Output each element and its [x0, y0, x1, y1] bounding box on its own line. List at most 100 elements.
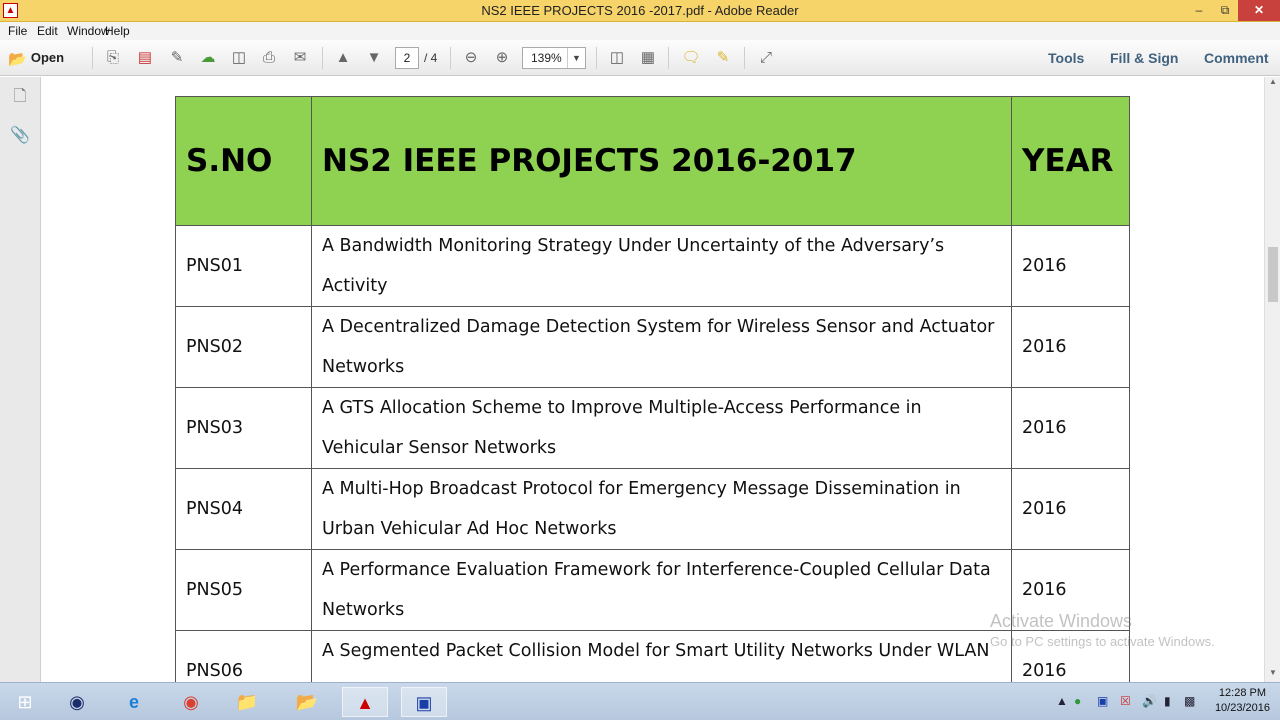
separator: [668, 47, 669, 69]
export-pdf-icon[interactable]: ▤: [134, 48, 156, 68]
table-row: PNS06 A Segmented Packet Collision Model…: [175, 630, 1130, 682]
file-explorer-icon[interactable]: 📁: [224, 687, 270, 717]
cell-title: A Multi-Hop Broadcast Protocol for Emerg…: [311, 468, 1012, 550]
open-button[interactable]: 📂 Open: [8, 48, 88, 68]
next-page-icon[interactable]: ▼: [363, 48, 385, 68]
close-button[interactable]: ✕: [1238, 0, 1280, 21]
header-year: YEAR: [1011, 96, 1130, 226]
cell-year: 2016: [1011, 387, 1130, 469]
print-icon[interactable]: ⎙: [258, 48, 280, 68]
volume-icon[interactable]: 🔊: [1142, 694, 1157, 708]
title-bar: ▲ NS2 IEEE PROJECTS 2016 -2017.pdf - Ado…: [0, 0, 1280, 22]
upload-cloud-icon[interactable]: ☁: [197, 48, 219, 68]
zoom-value: 139%: [531, 51, 562, 65]
cell-year: 2016: [1011, 468, 1130, 550]
highlight-icon[interactable]: ✎: [712, 48, 734, 68]
document-view[interactable]: S.NO NS2 IEEE PROJECTS 2016-2017 YEAR PN…: [42, 77, 1264, 682]
scroll-up-icon[interactable]: ▲: [1265, 77, 1280, 91]
header-title: NS2 IEEE PROJECTS 2016-2017: [311, 96, 1012, 226]
restore-button[interactable]: ⧉: [1212, 0, 1238, 21]
page-number-input[interactable]: 2: [395, 47, 419, 69]
cell-sno: PNS01: [175, 225, 312, 307]
activate-windows-title: Activate Windows: [990, 611, 1133, 631]
tools-pane-button[interactable]: Tools: [1048, 50, 1084, 66]
cell-sno: PNS05: [175, 549, 312, 631]
app-taskbar-icon[interactable]: ▣: [401, 687, 447, 717]
minimize-button[interactable]: –: [1186, 0, 1212, 21]
toolbar: 📂 Open ⎘ ▤ ✎ ☁ ◫ ⎙ ✉ ▲ ▼ 2 / 4 ⊖ ⊕ 139% …: [0, 40, 1280, 76]
create-pdf-icon[interactable]: ⎘: [102, 48, 124, 68]
zoom-in-icon[interactable]: ⊕: [491, 48, 513, 68]
tray-security-icon[interactable]: ☒: [1120, 694, 1131, 708]
scroll-down-icon[interactable]: ▼: [1265, 668, 1280, 682]
page-thumbnails-icon[interactable]: 🗋: [10, 85, 30, 105]
open-label: Open: [30, 50, 65, 65]
table-row: PNS04 A Multi-Hop Broadcast Protocol for…: [175, 468, 1130, 550]
network-icon[interactable]: ▩: [1184, 694, 1195, 708]
adobe-reader-taskbar-icon[interactable]: ▲: [342, 687, 388, 717]
internet-explorer-icon[interactable]: e: [111, 687, 157, 717]
page-total: / 4: [424, 51, 438, 65]
menu-bar: File Edit Window Help: [0, 22, 1280, 40]
navigation-pane: 🗋 📎: [0, 77, 41, 682]
tray-app-icon[interactable]: ●: [1074, 694, 1081, 708]
cell-year: 2016: [1011, 306, 1130, 388]
full-screen-icon[interactable]: ⤢: [755, 48, 777, 68]
system-clock[interactable]: 12:28 PM 10/23/2016: [1215, 686, 1270, 716]
cell-title: A Performance Evaluation Framework for I…: [311, 549, 1012, 631]
save-icon[interactable]: ◫: [228, 48, 250, 68]
cell-sno: PNS04: [175, 468, 312, 550]
table-header-row: S.NO NS2 IEEE PROJECTS 2016-2017 YEAR: [175, 96, 1130, 226]
edit-pdf-icon[interactable]: ✎: [166, 48, 188, 68]
cell-title: A Segmented Packet Collision Model for S…: [311, 630, 1012, 682]
taskbar: ⊞ ◉ e ◉ 📁 📂 ▲ ▣ ▲ ● ▣ ☒ 🔊 ▮ ▩ 12:28 PM 1…: [0, 682, 1280, 720]
cell-sno: PNS02: [175, 306, 312, 388]
folder-icon: 📂: [8, 51, 27, 68]
cell-title: A GTS Allocation Scheme to Improve Multi…: [311, 387, 1012, 469]
scrollbar-thumb[interactable]: [1268, 247, 1278, 302]
menu-edit[interactable]: Edit: [37, 24, 58, 38]
header-sno: S.NO: [175, 96, 312, 226]
table-row: PNS03 A GTS Allocation Scheme to Improve…: [175, 387, 1130, 469]
previous-page-icon[interactable]: ▲: [332, 48, 354, 68]
battery-icon[interactable]: ▮: [1164, 694, 1171, 708]
cell-sno: PNS06: [175, 630, 312, 682]
clock-time: 12:28 PM: [1218, 687, 1267, 699]
separator: [92, 47, 93, 69]
table-row: PNS05 A Performance Evaluation Framework…: [175, 549, 1130, 631]
clock-date: 10/23/2016: [1214, 702, 1270, 714]
cell-year: 2016: [1011, 225, 1130, 307]
zoom-select[interactable]: 139% ▼: [522, 47, 586, 69]
cell-title: A Bandwidth Monitoring Strategy Under Un…: [311, 225, 1012, 307]
separator: [596, 47, 597, 69]
separator: [744, 47, 745, 69]
fit-width-icon[interactable]: ▦: [637, 48, 659, 68]
tray-network-app-icon[interactable]: ▣: [1097, 694, 1108, 708]
folder-icon[interactable]: 📂: [284, 687, 330, 717]
table-row: PNS01 A Bandwidth Monitoring Strategy Un…: [175, 225, 1130, 307]
projects-table: S.NO NS2 IEEE PROJECTS 2016-2017 YEAR PN…: [175, 96, 1130, 682]
activate-windows-subtitle: Go to PC settings to activate Windows.: [990, 634, 1215, 649]
attachments-icon[interactable]: 📎: [10, 125, 30, 145]
cell-title: A Decentralized Damage Detection System …: [311, 306, 1012, 388]
fill-sign-pane-button[interactable]: Fill & Sign: [1110, 50, 1178, 66]
table-row: PNS02 A Decentralized Damage Detection S…: [175, 306, 1130, 388]
zoom-out-icon[interactable]: ⊖: [460, 48, 482, 68]
separator: [450, 47, 451, 69]
window-title: NS2 IEEE PROJECTS 2016 -2017.pdf - Adobe…: [481, 3, 799, 18]
cell-sno: PNS03: [175, 387, 312, 469]
chrome-icon[interactable]: ◉: [168, 687, 214, 717]
vertical-scrollbar[interactable]: ▲ ▼: [1264, 77, 1280, 682]
eclipse-icon[interactable]: ◉: [54, 687, 100, 717]
menu-file[interactable]: File: [8, 24, 27, 38]
windows-start-icon[interactable]: ⊞: [2, 687, 48, 717]
menu-window[interactable]: Help: [105, 24, 130, 38]
fit-page-icon[interactable]: ◫: [606, 48, 628, 68]
comment-note-icon[interactable]: 🗨: [680, 48, 702, 68]
email-icon[interactable]: ✉: [289, 48, 311, 68]
comment-pane-button[interactable]: Comment: [1204, 50, 1269, 66]
menu-view[interactable]: Window: [67, 24, 110, 38]
tray-expand-icon[interactable]: ▲: [1056, 694, 1068, 708]
separator: [322, 47, 323, 69]
chevron-down-icon[interactable]: ▼: [567, 48, 585, 68]
